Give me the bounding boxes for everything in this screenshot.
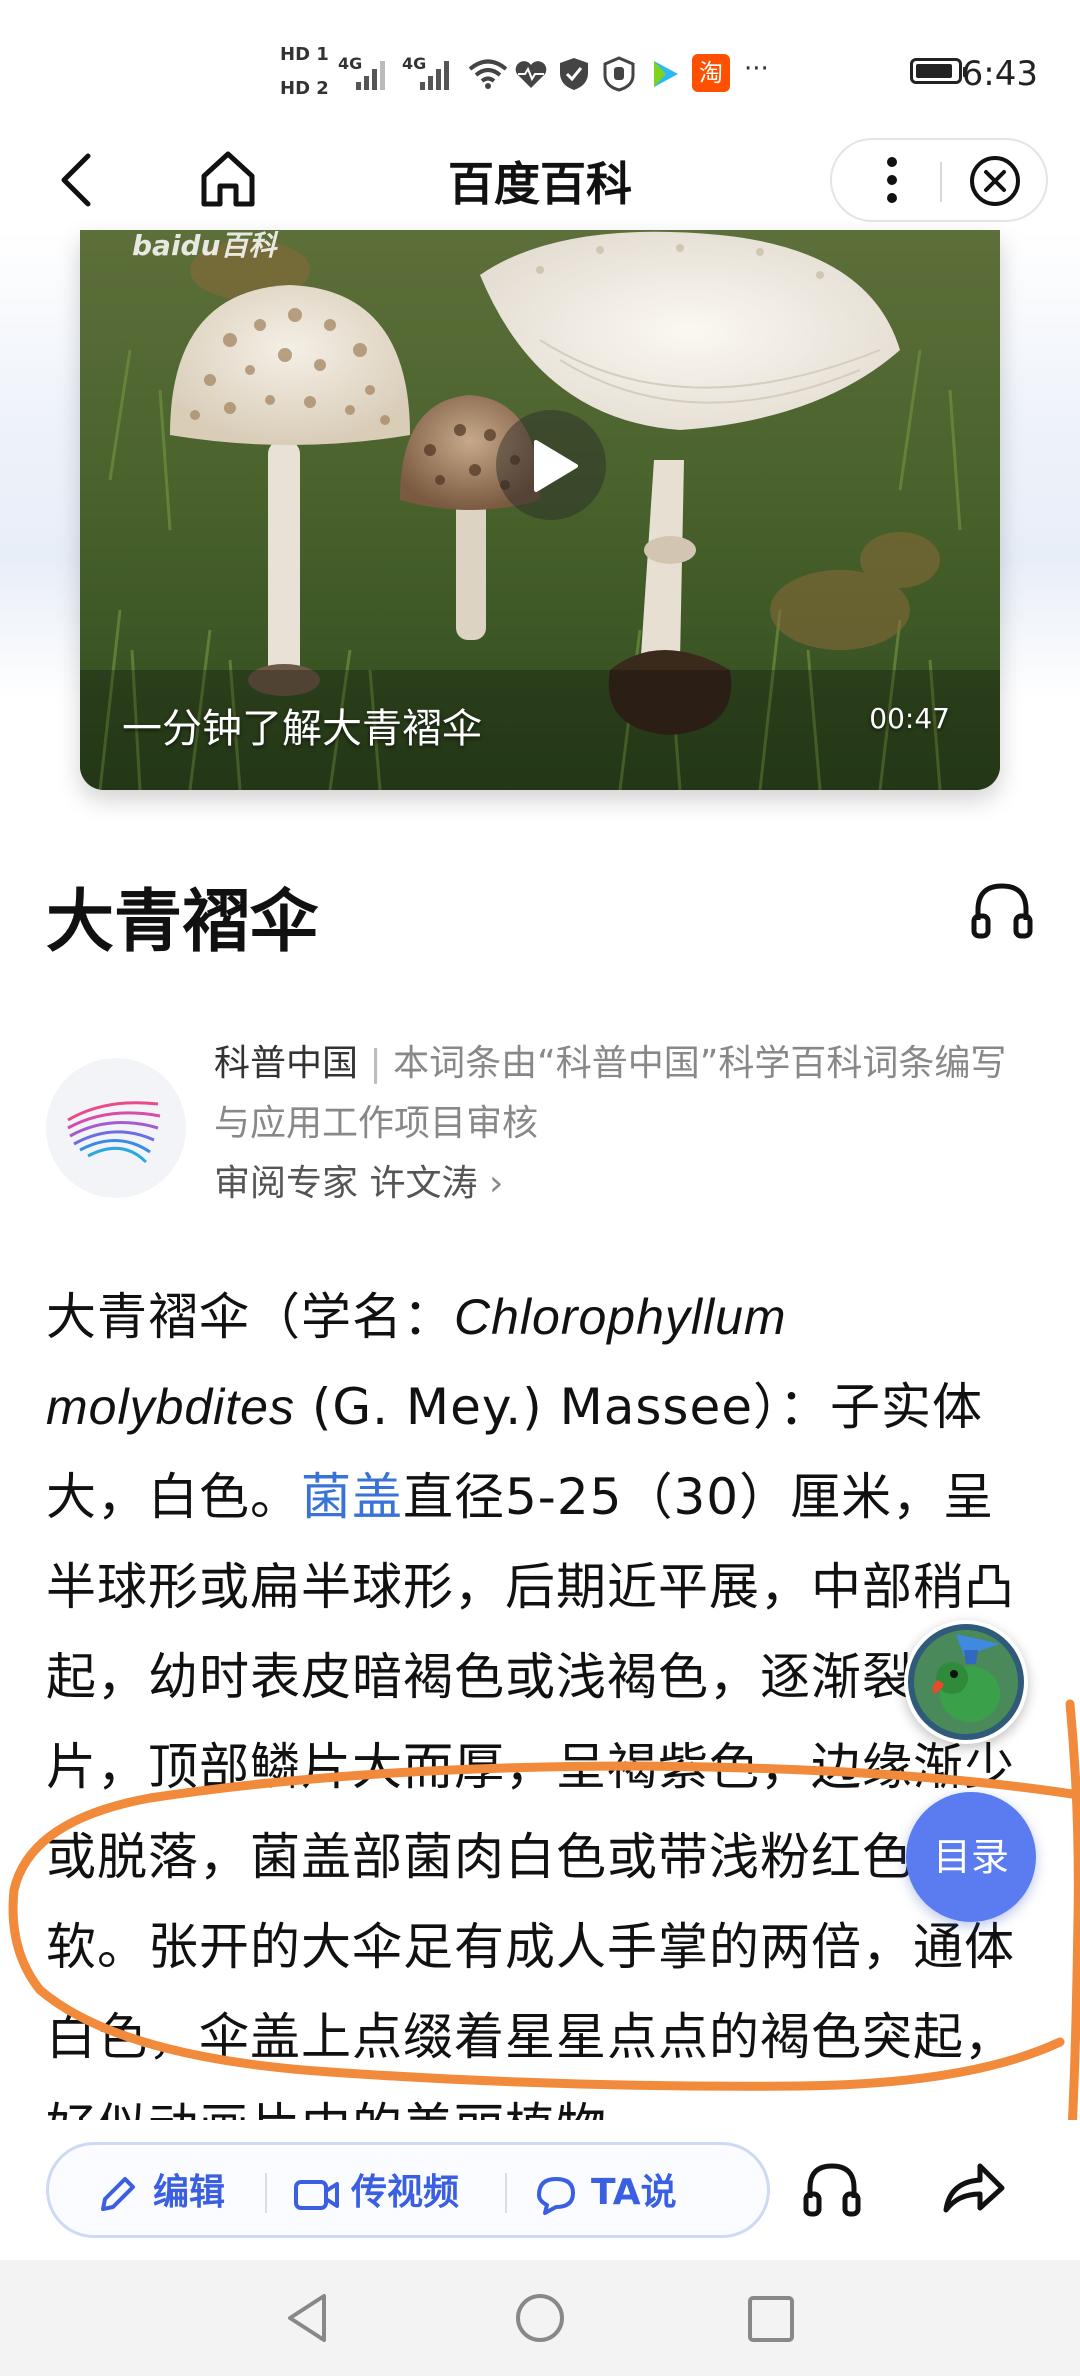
chat-bubble-icon (537, 2177, 575, 2215)
pill-divider (265, 2173, 267, 2213)
more-button[interactable] (872, 152, 912, 208)
more-notifications: ··· (744, 54, 769, 84)
table-of-contents-button[interactable]: 目录 (906, 1792, 1036, 1922)
video-watermark: baidu百科 (132, 230, 277, 262)
share-button[interactable] (940, 2158, 1006, 2218)
capsule-divider (940, 162, 942, 202)
mini-program-capsule (830, 138, 1048, 222)
close-button[interactable] (968, 154, 1022, 208)
nav-bar: 百度百科 (0, 130, 1080, 230)
share-arrow-icon (943, 2163, 1005, 2213)
video-app-icon (650, 58, 682, 90)
source-logo[interactable] (46, 1058, 186, 1198)
status-bar: HD 1 HD 2 4G 4G 淘 ··· 6:43 (0, 0, 1080, 130)
reviewer-label: 审阅专家 (214, 1163, 359, 1204)
summary-text-c: 直径5-25（30）厘米，呈半球形或扁半球形，后期近平展，中部稍凸起，幼时表皮暗… (46, 1468, 1015, 2124)
system-recents-button[interactable] (744, 2290, 798, 2350)
triangle-back-icon (288, 2294, 326, 2342)
bottom-toolbar: 编辑 传视频 TA说 (0, 2120, 1080, 2260)
signal2-icon (420, 58, 454, 90)
upload-video-label: 传视频 (351, 2172, 460, 2213)
entry-summary: 大青褶伞（学名：Chlorophyllum molybdites (G. Mey.… (46, 1272, 1036, 2124)
latin-genus: Chlorophyllum (454, 1289, 787, 1345)
wifi-icon (468, 58, 508, 90)
sim2-indicator: HD 2 (280, 78, 329, 99)
edit-label: 编辑 (153, 2172, 226, 2213)
link-pileus[interactable]: 菌盖 (301, 1468, 403, 1526)
audio-button[interactable] (802, 2160, 862, 2218)
more-vertical-icon (887, 157, 897, 203)
edit-button[interactable]: 编辑 (95, 2165, 255, 2221)
taobao-app-icon: 淘 (692, 54, 730, 92)
system-back-button[interactable] (282, 2290, 332, 2350)
signal1-icon (356, 58, 390, 90)
play-button[interactable] (496, 410, 606, 520)
ta-talk-label: TA说 (591, 2172, 677, 2213)
video-title: 一分钟了解大青褶伞 (122, 706, 482, 752)
shield-icon (558, 56, 590, 92)
square-recents-icon (748, 2296, 794, 2342)
listen-button[interactable] (970, 880, 1034, 940)
circle-home-icon (516, 2294, 564, 2342)
headphones-icon (803, 2163, 861, 2217)
summary-text-a: 大青褶伞（学名： (46, 1288, 454, 1346)
chevron-right-icon: › (488, 1163, 504, 1204)
reviewer-link[interactable]: 审阅专家 许文涛 › (214, 1154, 503, 1214)
close-circle-icon (970, 156, 1020, 206)
parrot-avatar-icon (908, 1624, 1024, 1740)
video-card[interactable]: baidu百科 一分钟了解大青褶伞 00:47 (80, 230, 1000, 790)
entry-title: 大青褶伞 (46, 883, 319, 962)
battery-icon (910, 58, 967, 84)
heart-rate-icon (514, 60, 548, 90)
pill-divider (505, 2173, 507, 2213)
assistant-avatar[interactable] (904, 1620, 1028, 1744)
video-duration: 00:47 (869, 702, 950, 735)
system-nav-bar (0, 2260, 1080, 2376)
reviewer-name: 许文涛 (369, 1163, 478, 1204)
clock: 6:43 (961, 54, 1038, 94)
system-home-button[interactable] (512, 2290, 568, 2350)
sim1-indicator: HD 1 (280, 44, 329, 65)
action-pill: 编辑 传视频 TA说 (46, 2142, 770, 2238)
hand-shield-icon (602, 56, 636, 92)
upload-video-button[interactable]: 传视频 (293, 2165, 493, 2221)
headphones-icon (971, 883, 1033, 939)
kepu-china-logo-icon (67, 1101, 161, 1164)
source-attribution: 科普中国 | 本词条由“科普中国”科学百科词条编写与应用工作项目审核 (214, 1034, 1034, 1154)
source-name[interactable]: 科普中国 (214, 1043, 358, 1084)
latin-species: molybdites (46, 1379, 295, 1435)
source-separator: | (369, 1043, 382, 1084)
video-camera-icon (294, 2180, 339, 2210)
ta-talk-button[interactable]: TA说 (533, 2165, 733, 2221)
pencil-icon (101, 2177, 135, 2211)
play-icon (534, 440, 578, 492)
